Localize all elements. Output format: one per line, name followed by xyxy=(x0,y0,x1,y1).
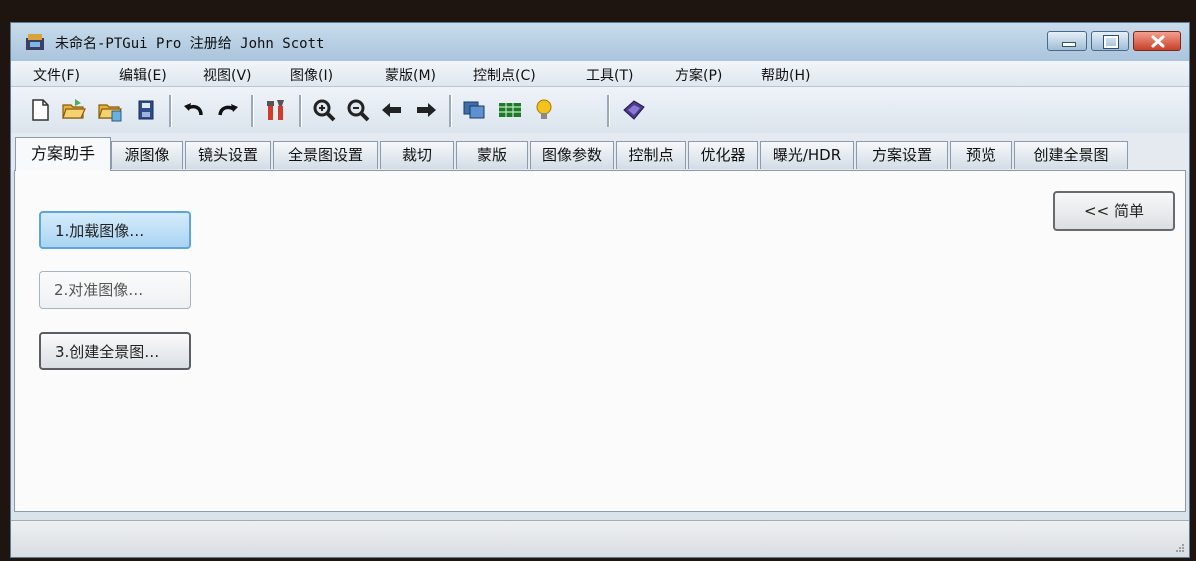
toolbar xyxy=(11,87,1189,133)
align-images-button[interactable]: 2.对准图像… xyxy=(39,271,191,309)
tab-project-assistant[interactable]: 方案助手 xyxy=(15,137,111,171)
status-bar xyxy=(11,520,1189,557)
tab-lens-settings[interactable]: 镜头设置 xyxy=(185,141,271,169)
tab-mask[interactable]: 蒙版 xyxy=(456,141,528,169)
menu-tools[interactable]: 工具(T) xyxy=(586,65,633,85)
tab-source-images[interactable]: 源图像 xyxy=(111,141,183,169)
arrow-right-icon[interactable] xyxy=(413,97,439,123)
resize-grip-icon[interactable] xyxy=(1175,543,1185,553)
menu-view[interactable]: 视图(V) xyxy=(203,65,252,85)
panorama-editor-icon[interactable] xyxy=(461,97,487,123)
arrow-left-icon[interactable] xyxy=(379,97,405,123)
undo-icon[interactable] xyxy=(181,97,207,123)
maximize-icon xyxy=(1103,35,1119,49)
tab-optimizer[interactable]: 优化器 xyxy=(688,141,758,169)
toolbar-separator xyxy=(299,95,302,127)
menu-bar: 文件(F) 编辑(E) 视图(V) 图像(I) 蒙版(M) 控制点(C) 工具(… xyxy=(11,61,1189,87)
menu-mask[interactable]: 蒙版(M) xyxy=(385,65,436,85)
menu-control-points[interactable]: 控制点(C) xyxy=(473,65,536,85)
lightbulb-icon[interactable] xyxy=(531,97,557,123)
menu-help[interactable]: 帮助(H) xyxy=(761,65,810,85)
close-button[interactable] xyxy=(1133,31,1181,51)
tab-exposure-hdr[interactable]: 曝光/HDR xyxy=(760,141,854,169)
tab-create-panorama[interactable]: 创建全景图 xyxy=(1014,141,1128,169)
toolbar-separator xyxy=(251,95,254,127)
toolbar-separator xyxy=(607,95,610,127)
minimize-icon xyxy=(1062,42,1076,47)
menu-project[interactable]: 方案(P) xyxy=(675,65,722,85)
create-panorama-button[interactable]: 3.创建全景图… xyxy=(39,332,191,370)
new-file-icon[interactable] xyxy=(27,97,53,123)
tab-crop[interactable]: 裁切 xyxy=(380,141,454,169)
tab-project-settings[interactable]: 方案设置 xyxy=(856,141,948,169)
open-folder-icon[interactable] xyxy=(61,97,87,123)
close-icon xyxy=(1151,35,1165,48)
tab-image-parameters[interactable]: 图像参数 xyxy=(530,141,614,169)
toolbar-separator xyxy=(449,95,452,127)
ptgui-app-icon xyxy=(26,34,44,50)
minimize-button[interactable] xyxy=(1047,31,1087,51)
app-window: 未命名-PTGui Pro 注册给 John Scott 文件(F) 编辑(E)… xyxy=(10,22,1190,558)
redo-icon[interactable] xyxy=(215,97,241,123)
zoom-out-icon[interactable] xyxy=(345,97,371,123)
toolbar-separator xyxy=(169,95,172,127)
menu-file[interactable]: 文件(F) xyxy=(33,65,80,85)
tab-control-points[interactable]: 控制点 xyxy=(616,141,686,169)
title-bar[interactable]: 未命名-PTGui Pro 注册给 John Scott xyxy=(11,23,1189,61)
tab-strip: 方案助手 源图像 镜头设置 全景图设置 裁切 蒙版 图像参数 控制点 优化器 曝… xyxy=(11,133,1189,171)
zoom-in-icon[interactable] xyxy=(311,97,337,123)
tools-icon[interactable] xyxy=(263,97,289,123)
open-recent-icon[interactable] xyxy=(97,97,123,123)
help-book-icon[interactable] xyxy=(621,97,647,123)
menu-image[interactable]: 图像(I) xyxy=(290,65,333,85)
table-editor-icon[interactable] xyxy=(497,97,523,123)
tab-panorama-settings[interactable]: 全景图设置 xyxy=(273,141,378,169)
save-icon[interactable] xyxy=(133,97,159,123)
maximize-button[interactable] xyxy=(1091,31,1129,51)
simple-mode-button[interactable]: << 简单 xyxy=(1053,191,1175,231)
tab-preview[interactable]: 预览 xyxy=(950,141,1012,169)
menu-edit[interactable]: 编辑(E) xyxy=(119,65,167,85)
load-images-button[interactable]: 1.加载图像… xyxy=(39,211,191,249)
window-title: 未命名-PTGui Pro 注册给 John Scott xyxy=(55,36,325,52)
assistant-panel: 1.加载图像… 2.对准图像… 3.创建全景图… << 简单 xyxy=(14,170,1186,512)
